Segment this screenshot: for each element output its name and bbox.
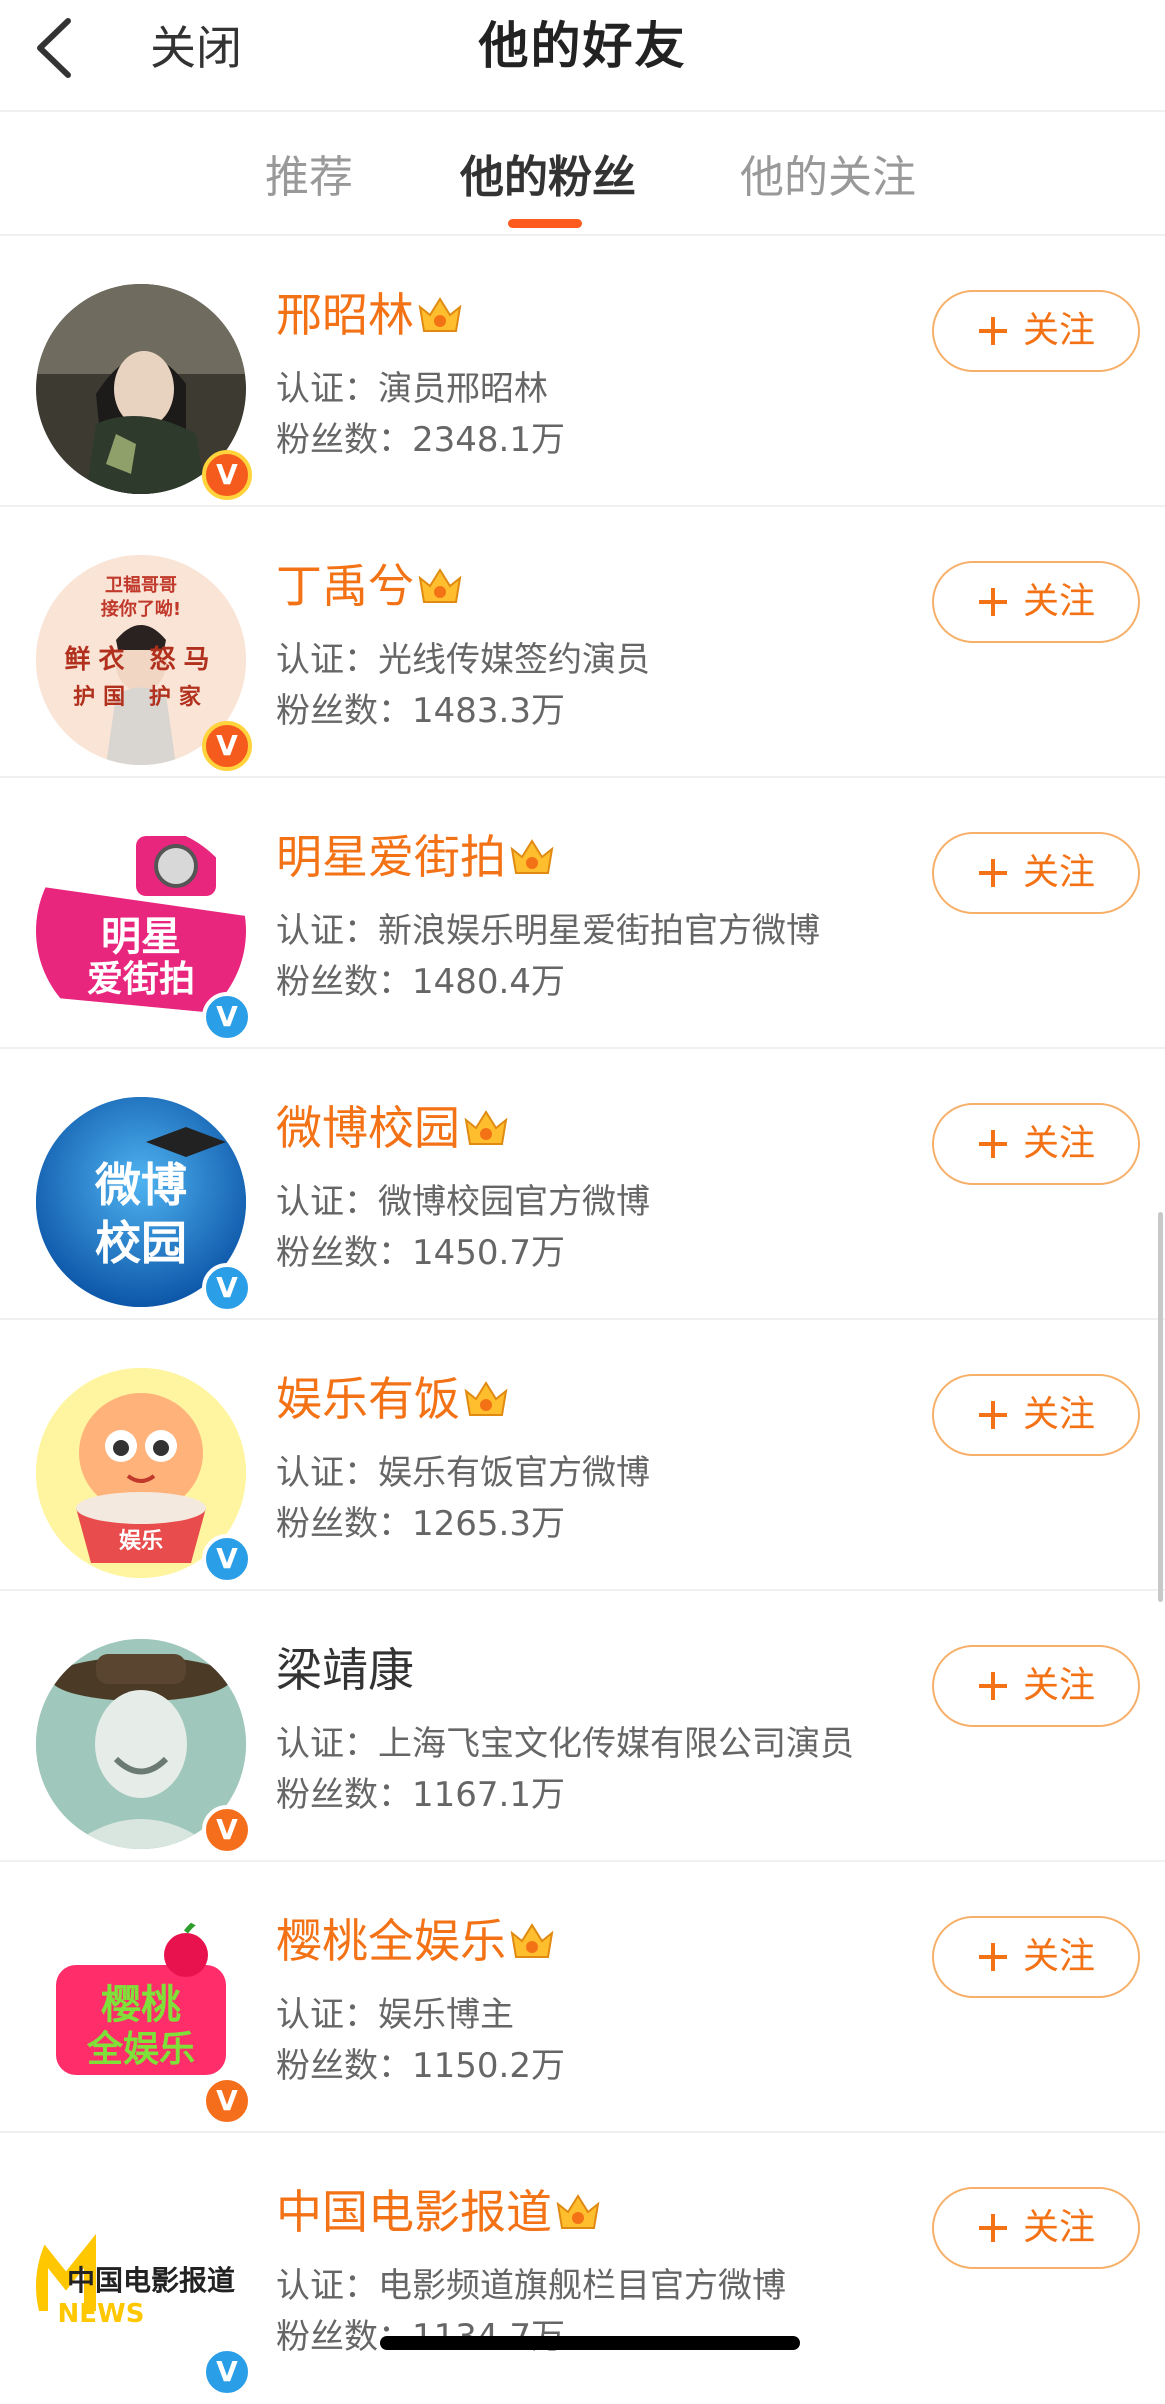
follow-label: 关注	[1022, 1123, 1095, 1164]
vip-crown-icon	[556, 2194, 600, 2229]
plus-icon	[978, 1130, 1007, 1158]
home-indicator[interactable]	[380, 2336, 800, 2350]
plus-icon	[978, 317, 1007, 345]
verified-badge: V	[202, 1805, 252, 1855]
tab-bar: 推荐 他的粉丝 他的关注	[0, 112, 1165, 234]
list-item[interactable]: 中国电影报道 NEWS V 中国电影报道 认证：电影频道旗舰栏目官方微博 粉丝数…	[0, 2133, 1165, 2404]
list-item[interactable]: 微博 校园 V 微博校园 认证：微博校园官方微博 粉丝数：1450.7万 关注	[0, 1049, 1165, 1320]
certification-text: 认证：微博校园官方微博	[276, 1182, 650, 1222]
fans-count: 粉丝数：1150.2万	[276, 2046, 565, 2086]
certification-text: 认证：新浪娱乐明星爱街拍官方微博	[276, 911, 820, 951]
avatar-caption: 卫韫哥哥	[105, 575, 177, 596]
follow-button[interactable]: 关注	[932, 290, 1140, 372]
certification-text: 认证：娱乐有饭官方微博	[276, 1453, 650, 1493]
follow-button[interactable]: 关注	[932, 2187, 1140, 2269]
follow-label: 关注	[1022, 581, 1095, 622]
vip-crown-icon	[510, 839, 554, 874]
follow-button[interactable]: 关注	[932, 832, 1140, 914]
vip-crown-icon	[464, 1110, 508, 1145]
plus-icon	[978, 859, 1007, 887]
user-name[interactable]: 樱桃全娱乐	[276, 1909, 506, 1973]
follow-label: 关注	[1022, 852, 1095, 893]
list-item[interactable]: 娱乐 V 娱乐有饭 认证：娱乐有饭官方微博 粉丝数：1265.3万 关注	[0, 1320, 1165, 1591]
follow-button[interactable]: 关注	[932, 1374, 1140, 1456]
user-name-line: 中国电影报道	[276, 2177, 602, 2247]
certification-text: 认证：电影频道旗舰栏目官方微博	[276, 2266, 786, 2306]
user-name[interactable]: 邢昭林	[276, 283, 414, 347]
active-tab-indicator	[508, 219, 582, 228]
vip-crown-icon	[464, 1381, 508, 1416]
list-item[interactable]: 明星 爱街拍 V 明星爱街拍 认证：新浪娱乐明星爱街拍官方微博 粉丝数：1480…	[0, 778, 1165, 1049]
plus-icon	[978, 1401, 1007, 1429]
list-item[interactable]: V 邢昭林 认证：演员邢昭林 粉丝数：2348.1万 关注	[0, 236, 1165, 507]
user-name-line: 邢昭林	[276, 280, 464, 350]
fans-count: 粉丝数：1265.3万	[276, 1504, 565, 1544]
verified-badge: V	[202, 450, 252, 500]
user-name-line: 微博校园	[276, 1093, 510, 1163]
follow-label: 关注	[1022, 310, 1095, 351]
user-name[interactable]: 丁禹兮	[276, 554, 414, 618]
plus-icon	[978, 1943, 1007, 1971]
avatar-caption: 微博	[95, 1158, 187, 1212]
follow-label: 关注	[1022, 2207, 1095, 2248]
tab-recommend[interactable]: 推荐	[265, 148, 353, 208]
tab-followers[interactable]: 他的粉丝	[460, 148, 636, 208]
verified-badge: V	[202, 2076, 252, 2126]
fans-count: 粉丝数：1480.4万	[276, 962, 565, 1002]
vip-crown-icon	[418, 297, 462, 332]
user-name-line: 明星爱街拍	[276, 822, 556, 892]
follow-label: 关注	[1022, 1936, 1095, 1977]
avatar-caption: 中国电影报道	[66, 2264, 235, 2297]
avatar-caption: 接你了呦!	[100, 599, 182, 620]
verified-badge: V	[202, 992, 252, 1042]
plus-icon	[978, 2214, 1007, 2242]
follow-label: 关注	[1022, 1665, 1095, 1706]
follow-button[interactable]: 关注	[932, 561, 1140, 643]
user-name[interactable]: 梁靖康	[276, 1638, 414, 1702]
follow-button[interactable]: 关注	[932, 1916, 1140, 1998]
user-name-line: 丁禹兮	[276, 551, 464, 621]
verified-badge: V	[202, 721, 252, 771]
user-name-line: 娱乐有饭	[276, 1364, 510, 1434]
verified-badge: V	[202, 2347, 252, 2397]
user-name[interactable]: 微博校园	[276, 1096, 460, 1160]
list-item[interactable]: V 梁靖康 认证：上海飞宝文化传媒有限公司演员 粉丝数：1167.1万 关注	[0, 1591, 1165, 1862]
follower-list: V 邢昭林 认证：演员邢昭林 粉丝数：2348.1万 关注 卫韫哥哥 接你了呦!…	[0, 236, 1165, 2404]
follow-button[interactable]: 关注	[932, 1645, 1140, 1727]
plus-icon	[978, 1672, 1007, 1700]
certification-text: 认证：演员邢昭林	[276, 369, 548, 409]
scrollbar[interactable]	[1158, 1212, 1163, 1602]
list-item[interactable]: 卫韫哥哥 接你了呦! 鲜衣 怒马 护国 护家 V 丁禹兮 认证：光线传媒签约演员…	[0, 507, 1165, 778]
verified-badge: V	[202, 1534, 252, 1584]
plus-icon	[978, 588, 1007, 616]
user-name[interactable]: 明星爱街拍	[276, 825, 506, 889]
fans-count: 粉丝数：1167.1万	[276, 1775, 565, 1815]
fans-count: 粉丝数：1450.7万	[276, 1233, 565, 1273]
list-item[interactable]: 樱桃 全娱乐 V 樱桃全娱乐 认证：娱乐博主 粉丝数：1150.2万 关注	[0, 1862, 1165, 2133]
page-title: 他的好友	[478, 17, 687, 75]
avatar-caption: 全娱乐	[86, 2029, 195, 2070]
fans-count: 粉丝数：1483.3万	[276, 691, 565, 731]
certification-text: 认证：上海飞宝文化传媒有限公司演员	[276, 1724, 854, 1764]
verified-badge: V	[202, 1263, 252, 1313]
top-bar: 关闭 他的好友	[0, 0, 1165, 110]
certification-text: 认证：娱乐博主	[276, 1995, 514, 2035]
certification-text: 认证：光线传媒签约演员	[276, 640, 650, 680]
avatar-caption: 护国 护家	[73, 685, 209, 710]
avatar-caption: 鲜衣 怒马	[64, 645, 218, 675]
vip-crown-icon	[418, 568, 462, 603]
follow-button[interactable]: 关注	[932, 1103, 1140, 1185]
follow-label: 关注	[1022, 1394, 1095, 1435]
user-name-line: 樱桃全娱乐	[276, 1906, 556, 1976]
avatar-caption: NEWS	[57, 2299, 145, 2329]
avatar-caption: 校园	[95, 1216, 187, 1270]
tab-following[interactable]: 他的关注	[740, 148, 916, 208]
user-name[interactable]: 娱乐有饭	[276, 1367, 460, 1431]
user-name-line: 梁靖康	[276, 1635, 414, 1705]
fans-count: 粉丝数：2348.1万	[276, 420, 565, 460]
user-name[interactable]: 中国电影报道	[276, 2180, 552, 2244]
vip-crown-icon	[510, 1923, 554, 1958]
